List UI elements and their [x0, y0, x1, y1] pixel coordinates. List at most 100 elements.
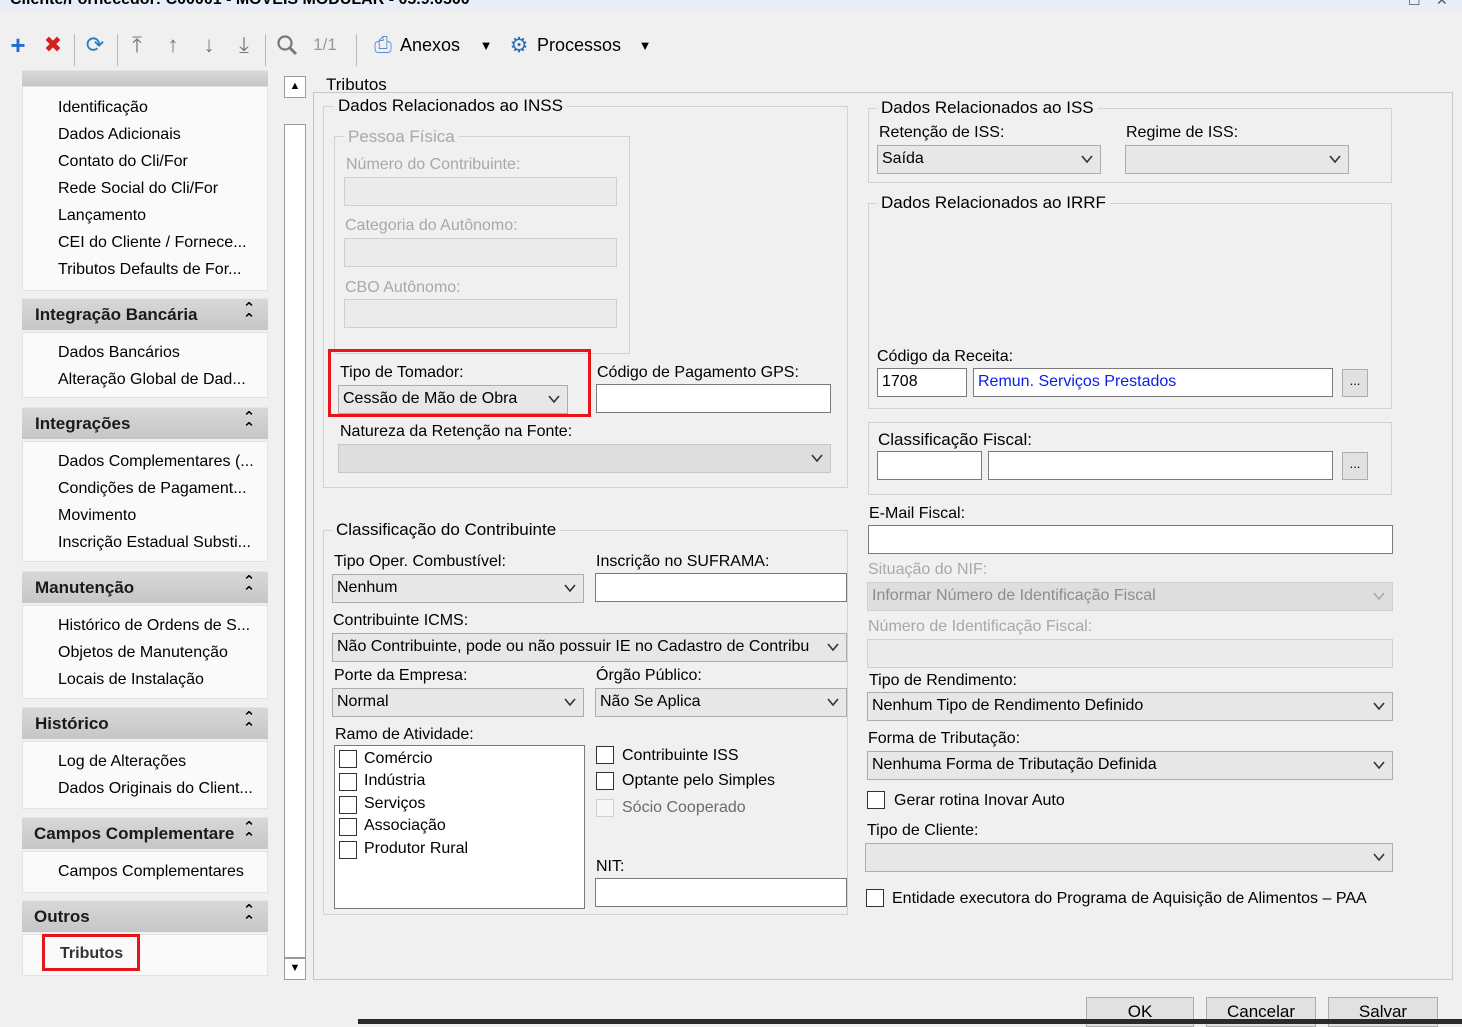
window-title-bar: Cliente/Fornecedor: C00001 - MOVEIS MODU…: [0, 0, 1462, 10]
collapse-icon[interactable]: ⌃ ⌃: [240, 820, 258, 846]
last-record-icon[interactable]: ⤓: [232, 32, 256, 58]
sidebar-item-rede-social[interactable]: Rede Social do Cli/For: [58, 180, 256, 198]
tipo-oper-select[interactable]: Nenhum: [332, 574, 584, 603]
ramo-checkbox-produtor-rural[interactable]: [339, 841, 357, 859]
refresh-icon[interactable]: ⟳: [83, 32, 107, 58]
ramo-checkbox-industria[interactable]: [339, 773, 357, 791]
chevron-down-icon: [564, 698, 576, 707]
sidebar-item-locais-instalacao[interactable]: Locais de Instalação: [58, 671, 256, 689]
scroll-down-icon[interactable]: ▼: [284, 958, 306, 980]
sidebar-item-dados-adicionais[interactable]: Dados Adicionais: [58, 126, 256, 144]
numero-contribuinte-input[interactable]: [344, 177, 617, 206]
ramo-label-produtor-rural: Produtor Rural: [364, 840, 469, 857]
sidebar-item-movimento[interactable]: Movimento: [58, 507, 256, 525]
sidebar-item-dados-bancarios[interactable]: Dados Bancários: [58, 344, 256, 362]
delete-icon[interactable]: ✖: [41, 32, 65, 58]
codigo-gps-input[interactable]: [596, 384, 831, 413]
sidebar-group-header-integracoes[interactable]: Integrações ⌃ ⌃: [22, 407, 268, 439]
sidebar-group-header-outros[interactable]: Outros ⌃ ⌃: [22, 900, 268, 932]
vertical-scrollbar[interactable]: ▲ ▼: [284, 72, 306, 980]
email-fiscal-input[interactable]: [868, 525, 1393, 554]
sidebar-item-dados-complementares[interactable]: Dados Complementares (...: [58, 453, 256, 471]
sidebar-group-header-manutencao[interactable]: Manutenção ⌃ ⌃: [22, 571, 268, 603]
classificacao-fiscal-code-input[interactable]: [877, 451, 982, 480]
next-record-icon[interactable]: ↓: [197, 32, 221, 58]
porte-select[interactable]: Normal: [332, 688, 584, 717]
contribuinte-iss-checkbox[interactable]: [596, 746, 614, 764]
collapse-icon[interactable]: ⌃ ⌃: [240, 710, 258, 736]
chevron-down-icon: [1329, 155, 1341, 164]
sidebar-group-header-historico[interactable]: Histórico ⌃ ⌃: [22, 707, 268, 739]
scroll-thumb[interactable]: [284, 124, 306, 958]
inovar-auto-checkbox[interactable]: [867, 791, 885, 809]
first-record-icon[interactable]: ⤒: [125, 32, 149, 58]
retencao-iss-label: Retenção de ISS:: [879, 124, 1005, 141]
categoria-autonomo-input[interactable]: [344, 238, 617, 267]
sidebar-item-alteracao-global[interactable]: Alteração Global de Dad...: [58, 371, 256, 389]
numero-nif-input[interactable]: [867, 639, 1393, 668]
collapse-icon[interactable]: ⌃ ⌃: [240, 903, 258, 929]
collapse-icon[interactable]: ⌃ ⌃: [240, 301, 258, 327]
collapse-icon[interactable]: ⌃ ⌃: [240, 410, 258, 436]
socio-cooperado-checkbox[interactable]: [596, 799, 614, 817]
email-fiscal-label: E-Mail Fiscal:: [869, 505, 966, 522]
maximize-icon[interactable]: ☐: [1408, 0, 1421, 9]
sidebar-item-identificacao[interactable]: Identificação: [58, 99, 256, 117]
icms-select[interactable]: Não Contribuinte, pode ou não possuir IE…: [332, 633, 847, 662]
attachments-button[interactable]: Anexos: [400, 32, 470, 58]
sidebar-group-header-dados-gerais[interactable]: [22, 70, 268, 86]
pessoa-fisica-label: Pessoa Física: [344, 127, 459, 147]
codigo-receita-description[interactable]: Remun. Serviços Prestados: [973, 368, 1333, 397]
sidebar-item-tributos-defaults[interactable]: Tributos Defaults de For...: [58, 261, 256, 279]
gear-icon[interactable]: ⚙: [508, 32, 530, 58]
forma-tributacao-select[interactable]: Nenhuma Forma de Tributação Definida: [867, 751, 1393, 780]
sidebar-item-condicoes-pagamento[interactable]: Condições de Pagament...: [58, 480, 256, 498]
classificacao-fiscal-description-input[interactable]: [988, 451, 1333, 480]
sidebar-item-inscricao-estadual[interactable]: Inscrição Estadual Substi...: [58, 534, 256, 552]
sidebar-item-log-alteracoes[interactable]: Log de Alterações: [58, 753, 256, 771]
processes-button[interactable]: Processos: [537, 32, 629, 58]
sidebar-item-dados-originais[interactable]: Dados Originais do Client...: [58, 780, 256, 798]
search-icon[interactable]: [274, 32, 300, 58]
add-icon[interactable]: +: [6, 30, 30, 60]
cbo-autonomo-input[interactable]: [344, 299, 617, 328]
sidebar-item-objetos-manutencao[interactable]: Objetos de Manutenção: [58, 644, 256, 662]
paperclip-icon[interactable]: ⎙: [372, 32, 394, 58]
codigo-receita-input[interactable]: 1708: [877, 368, 967, 397]
close-window-icon[interactable]: ✕: [1436, 0, 1448, 9]
sidebar-group-header-campos-complementares[interactable]: Campos Complementares ⌃ ⌃: [22, 817, 268, 849]
natureza-retencao-select[interactable]: [338, 444, 831, 473]
chevron-down-icon[interactable]: ▼: [637, 32, 653, 58]
tipo-rendimento-select[interactable]: Nenhum Tipo de Rendimento Definido: [867, 692, 1393, 721]
sidebar-item-campos-complementares[interactable]: Campos Complementares: [58, 863, 256, 881]
sidebar-group-title: Campos Complementares: [34, 824, 234, 843]
chevron-down-icon[interactable]: ▼: [478, 32, 494, 58]
sidebar-item-contato[interactable]: Contato do Cli/For: [58, 153, 256, 171]
retencao-iss-select[interactable]: Saída: [877, 145, 1101, 174]
tipo-cliente-select[interactable]: [865, 843, 1393, 872]
nit-input[interactable]: [595, 878, 847, 907]
optante-simples-checkbox[interactable]: [596, 772, 614, 790]
sidebar-item-lancamento[interactable]: Lançamento: [58, 207, 256, 225]
sidebar-item-historico-ordens[interactable]: Histórico de Ordens de S...: [58, 617, 256, 635]
classificacao-fiscal-lookup-button[interactable]: ...: [1342, 452, 1368, 480]
situacao-nif-select[interactable]: Informar Número de Identificação Fiscal: [867, 582, 1393, 611]
chevron-down-icon: [1081, 155, 1093, 164]
toolbar-separator: [74, 34, 75, 66]
orgao-select[interactable]: Não Se Aplica: [595, 688, 847, 717]
codigo-receita-lookup-button[interactable]: ...: [1342, 369, 1368, 397]
suframa-input[interactable]: [595, 573, 847, 602]
sidebar-group-title: Integrações: [35, 414, 131, 433]
sidebar-item-cei[interactable]: CEI do Cliente / Fornece...: [58, 234, 256, 252]
previous-record-icon[interactable]: ↑: [161, 32, 185, 58]
scroll-up-icon[interactable]: ▲: [284, 76, 306, 98]
collapse-icon[interactable]: ⌃ ⌃: [240, 574, 258, 600]
ramo-checkbox-associacao[interactable]: [339, 818, 357, 836]
ramo-checkbox-comercio[interactable]: [339, 750, 357, 768]
paa-checkbox[interactable]: [866, 889, 884, 907]
codigo-receita-label: Código da Receita:: [877, 348, 1014, 365]
ramo-checkbox-servicos[interactable]: [339, 796, 357, 814]
codigo-gps-label: Código de Pagamento GPS:: [597, 364, 799, 381]
regime-iss-select[interactable]: [1125, 145, 1349, 174]
sidebar-group-header-integracao-bancaria[interactable]: Integração Bancária ⌃ ⌃: [22, 298, 268, 330]
